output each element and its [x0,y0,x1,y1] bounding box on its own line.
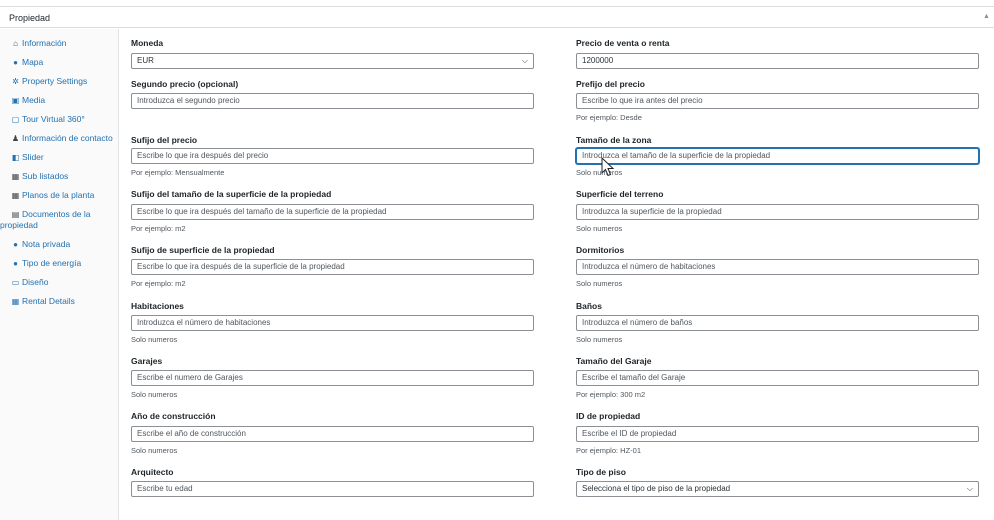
segundo-precio-label: Segundo precio (opcional) [131,79,239,89]
sufijo-precio-label: Sufijo del precio [131,135,198,145]
documents-icon: ▤ [11,210,20,219]
tipo-piso-label: Tipo de piso [576,467,626,477]
id-propiedad-help: Por ejemplo: HZ-01 [576,446,642,455]
sidebar-item-label: Documentos de la [22,209,91,219]
sufijo-tamano-input[interactable]: Escribe lo que ira después del tamaño de… [131,204,534,220]
slider-icon: ◧ [11,153,20,162]
caret-up-icon[interactable]: ▲ [983,13,990,20]
tipo-piso-select[interactable]: Selecciona el tipo de piso de la propied… [576,481,979,497]
energy-icon: ● [13,259,18,268]
precio-input[interactable]: 1200000 [576,53,979,69]
sufijo-superficie-input[interactable]: Escribe lo que ira después de la superfi… [131,259,534,275]
sidebar-item-label: Mapa [22,57,44,67]
list-icon: ▦ [11,172,20,181]
precio-label: Precio de venta o renta [576,38,670,48]
panel-header[interactable]: Propiedad ▲ [0,7,994,28]
sidebar-item-label: Property Settings [22,76,88,86]
sidebar-item-label: Información [22,38,67,48]
prefijo-precio-label: Prefijo del precio [576,79,645,89]
sidebar-item-label: Media [22,95,46,105]
tamano-zona-input[interactable]: Introduzca el tamaño de la superficie de… [576,148,979,164]
garajes-input[interactable]: Escribe el numero de Garajes [131,370,534,386]
design-icon: ▭ [11,278,20,287]
sidebar-item-label-2: propiedad [0,220,38,230]
moneda-label: Moneda [131,38,164,48]
sidebar-item-documentos[interactable]: ▤ Documentos de la propiedad [0,209,118,231]
moneda-select[interactable]: EUR ⌵ [131,53,534,69]
superficie-terreno-help: Solo numeros [576,224,623,233]
sufijo-precio-input[interactable]: Escribe lo que ira después del precio [131,148,534,164]
sidebar-item-label: Tour Virtual 360° [22,114,85,124]
chevron-down-icon: ⌵ [966,484,973,493]
user-icon: ♟ [11,134,20,143]
tour-icon: ▢ [11,115,20,124]
tipo-piso-value: Selecciona el tipo de piso de la propied… [582,484,731,493]
moneda-value: EUR [137,56,154,65]
tamano-garaje-input[interactable]: Escribe el tamaño del Garaje [576,370,979,386]
arquitecto-input[interactable]: Escribe tu edad [131,481,534,497]
ano-construccion-help: Solo numeros [131,446,178,455]
gear-icon: ✲ [12,77,19,86]
sufijo-superficie-help: Por ejemplo: m2 [131,279,186,288]
habitaciones-label: Habitaciones [131,301,184,311]
sidebar-item-label: Sub listados [22,171,69,181]
sidebar-item-label: Tipo de energía [22,258,82,268]
superficie-terreno-input[interactable]: Introduzca la superficie de la propiedad [576,204,979,220]
ano-construccion-label: Año de construcción [131,411,216,421]
segundo-precio-input[interactable]: Introduzca el segundo precio [131,93,534,109]
sufijo-precio-help: Por ejemplo: Mensualmente [131,168,225,177]
pin-icon: ● [13,240,18,249]
superficie-terreno-label: Superficie del terreno [576,189,664,199]
banos-input[interactable]: Introduzca el número de baños [576,315,979,331]
tamano-zona-label: Tamaño de la zona [576,135,652,145]
sufijo-tamano-label: Sufijo del tamaño de la superficie de la… [131,189,332,199]
prefijo-precio-help: Por ejemplo: Desde [576,113,642,122]
ano-construccion-input[interactable]: Escribe el año de construcción [131,426,534,442]
chevron-down-icon: ⌵ [521,56,528,65]
tamano-zona-help: Solo numeros [576,168,623,177]
sidebar-item-label: Planos de la planta [22,190,95,200]
sidebar: ⌂ Información ● Mapa ✲ Property Settings… [0,29,119,520]
rental-icon: ▦ [11,297,20,306]
sufijo-superficie-label: Sufijo de superficie de la propiedad [131,245,275,255]
floorplan-icon: ▦ [11,191,20,200]
map-pin-icon: ● [13,58,18,67]
tamano-garaje-help: Por ejemplo: 300 m2 [576,390,646,399]
prefijo-precio-input[interactable]: Escribe lo que ira antes del precio [576,93,979,109]
dormitorios-input[interactable]: Introduzca el número de habitaciones [576,259,979,275]
habitaciones-input[interactable]: Introduzca el número de habitaciones [131,315,534,331]
sidebar-item-label: Diseño [22,277,49,287]
dormitorios-label: Dormitorios [576,245,625,255]
tamano-garaje-label: Tamaño del Garaje [576,356,652,366]
media-icon: ▣ [11,96,20,105]
sufijo-tamano-help: Por ejemplo: m2 [131,224,186,233]
id-propiedad-label: ID de propiedad [576,411,641,421]
garajes-label: Garajes [131,356,163,366]
sidebar-item-label: Rental Details [22,296,75,306]
habitaciones-help: Solo numeros [131,335,178,344]
banos-label: Baños [576,301,602,311]
dormitorios-help: Solo numeros [576,279,623,288]
arquitecto-label: Arquitecto [131,467,174,477]
home-icon: ⌂ [13,39,18,48]
mouse-cursor-icon [601,157,615,177]
sidebar-item-label: Slider [22,152,44,162]
banos-help: Solo numeros [576,335,623,344]
sidebar-item-label: Información de contacto [22,133,113,143]
sidebar-item-label: Nota privada [22,239,71,249]
panel-title: Propiedad [9,13,51,23]
id-propiedad-input[interactable]: Escribe el ID de propiedad [576,426,979,442]
garajes-help: Solo numeros [131,390,178,399]
